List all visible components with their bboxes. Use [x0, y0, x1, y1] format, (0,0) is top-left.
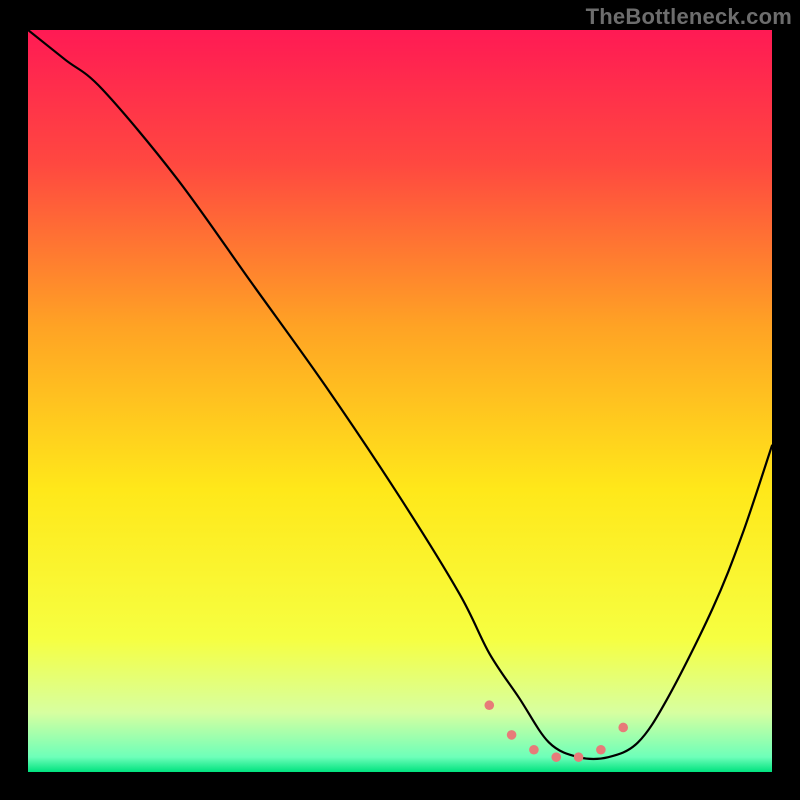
marker-dot: [529, 745, 539, 755]
plot-area: [28, 30, 772, 772]
marker-dot: [507, 730, 517, 740]
watermark-text: TheBottleneck.com: [586, 4, 792, 30]
marker-dot: [551, 752, 561, 762]
marker-dot: [574, 752, 584, 762]
marker-dot: [596, 745, 606, 755]
marker-dot: [618, 723, 628, 733]
chart-svg: [28, 30, 772, 772]
marker-dot: [484, 700, 494, 710]
gradient-background: [28, 30, 772, 772]
chart-container: TheBottleneck.com: [0, 0, 800, 800]
